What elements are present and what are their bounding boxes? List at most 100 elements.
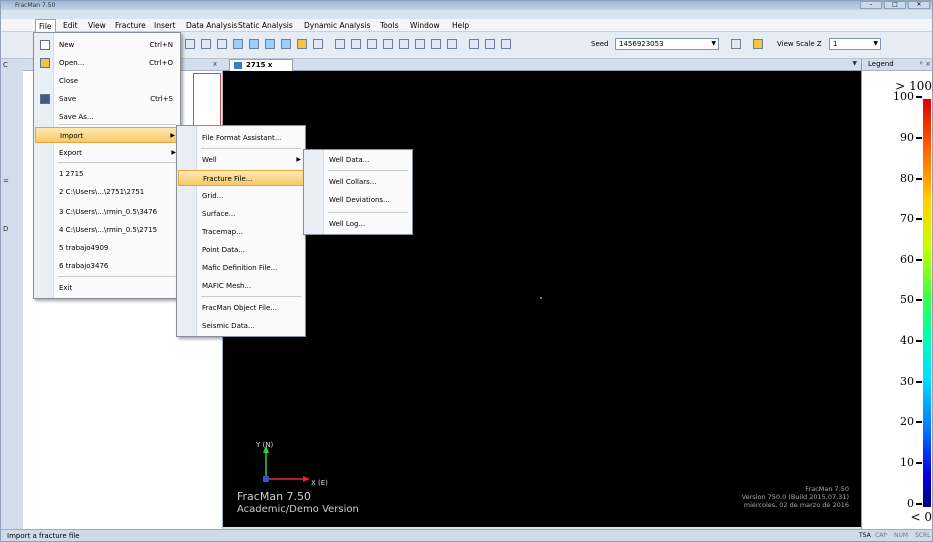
- lightning-icon[interactable]: [753, 39, 763, 49]
- import-item-tracemap[interactable]: Tracemap...: [178, 224, 306, 240]
- menu-separator: [328, 170, 408, 171]
- legend-tick-label: 30: [886, 376, 922, 388]
- menu-fracture[interactable]: Fracture: [112, 19, 149, 32]
- minimize-button[interactable]: –: [860, 1, 882, 9]
- view-scale-value: 1: [833, 40, 838, 48]
- seed-value: 1456923053: [619, 40, 664, 48]
- menu-tools[interactable]: Tools: [377, 19, 401, 32]
- refresh-icon[interactable]: [731, 39, 741, 49]
- dock-tab-equals[interactable]: =: [3, 177, 9, 185]
- legend-tick-label: 10: [886, 457, 922, 469]
- version-info: FracMan 7.50 Version 750.0 (Build 2015.0…: [742, 485, 849, 509]
- tool-icon-3[interactable]: [217, 39, 227, 49]
- tool-icon-8[interactable]: [297, 39, 307, 49]
- legend-tick-label: 50: [886, 294, 922, 306]
- file-item-save-as[interactable]: Save As...: [35, 109, 181, 125]
- tool-icon-7[interactable]: [281, 39, 291, 49]
- file-item-3-c-users-rmin-0-5-3476[interactable]: 3 C:\Users\...\rmin_0.5\3476: [35, 204, 181, 220]
- file-item-new[interactable]: New Ctrl+N: [35, 37, 181, 53]
- file-item-6-trabajo3476[interactable]: 6 trabajo3476: [35, 258, 181, 274]
- import-item-mafic-definition-file[interactable]: Mafic Definition File...: [178, 260, 306, 276]
- tool-icon-4[interactable]: [233, 39, 243, 49]
- pin-close-icon[interactable]: ᵖ ×: [920, 59, 931, 70]
- tool-icon-5[interactable]: [249, 39, 259, 49]
- import-item-fracture-file[interactable]: Fracture File...: [178, 170, 306, 186]
- open-folder-icon: [40, 58, 50, 68]
- menu-view[interactable]: View: [85, 19, 109, 32]
- menu-item-label: 3 C:\Users\...\rmin_0.5\3476: [59, 208, 158, 216]
- menu-window[interactable]: Window: [407, 19, 443, 32]
- menu-insert[interactable]: Insert: [151, 19, 179, 32]
- file-item-save[interactable]: Save Ctrl+S: [35, 91, 181, 107]
- tool-icon-9[interactable]: [313, 39, 323, 49]
- move-icon[interactable]: [367, 39, 377, 49]
- menu-item-shortcut: Ctrl+O: [149, 59, 173, 67]
- close-icon[interactable]: x: [213, 60, 217, 68]
- menu-item-label: Surface...: [202, 210, 236, 218]
- status-text: Import a fracture file: [7, 532, 80, 540]
- tool-icon-6[interactable]: [265, 39, 275, 49]
- import-item-file-format-assistant[interactable]: File Format Assistant...: [178, 130, 306, 146]
- tool-icon-18[interactable]: [469, 39, 479, 49]
- dock-tab-d[interactable]: D: [3, 225, 8, 233]
- import-item-mafic-mesh[interactable]: MAFIC Mesh...: [178, 278, 306, 294]
- dock-tab-c[interactable]: C: [3, 61, 8, 69]
- well-item-well-data[interactable]: Well Data...: [305, 152, 413, 168]
- import-item-seismic-data[interactable]: Seismic Data...: [178, 318, 306, 334]
- menu-item-label: Well Log...: [329, 220, 366, 228]
- menu-item-label: Import: [60, 132, 84, 140]
- file-item-4-c-users-rmin-0-5-2715[interactable]: 4 C:\Users\...\rmin_0.5\2715: [35, 222, 181, 238]
- select-box-icon[interactable]: [351, 39, 361, 49]
- tool-icon-10[interactable]: [335, 39, 345, 49]
- menu-item-label: 5 trabajo4909: [59, 244, 109, 252]
- tool-icon-19[interactable]: [485, 39, 495, 49]
- chevron-down-icon[interactable]: ▼: [873, 39, 878, 49]
- file-item-1-2715[interactable]: 1 2715: [35, 166, 181, 182]
- tool-icon-1[interactable]: [185, 39, 195, 49]
- tab-2715[interactable]: 2715 x: [229, 59, 293, 71]
- axis-triad: [263, 297, 542, 482]
- import-item-fracman-object-file[interactable]: FracMan Object File...: [178, 300, 306, 316]
- menu-help[interactable]: Help: [449, 19, 472, 32]
- menu-item-label: Fracture File...: [203, 175, 253, 183]
- tool-icon-15[interactable]: [415, 39, 425, 49]
- menu-static-analysis[interactable]: Static Analysis: [235, 19, 296, 32]
- menu-file[interactable]: File: [35, 19, 56, 32]
- well-item-well-deviations[interactable]: Well Deviations...: [305, 192, 413, 208]
- file-item-5-trabajo4909[interactable]: 5 trabajo4909: [35, 240, 181, 256]
- file-item-2-c-users-2751-2751[interactable]: 2 C:\Users\...\2751\2751: [35, 184, 181, 200]
- menu-item-label: Open...: [59, 59, 85, 67]
- tool-icon-16[interactable]: [431, 39, 441, 49]
- tool-icon-14[interactable]: [399, 39, 409, 49]
- file-item-open[interactable]: Open... Ctrl+O: [35, 55, 181, 71]
- chevron-down-icon[interactable]: ▼: [852, 60, 857, 67]
- close-icon[interactable]: x: [268, 61, 273, 69]
- menu-separator: [201, 296, 301, 297]
- import-item-surface[interactable]: Surface...: [178, 206, 306, 222]
- view-scale-input[interactable]: 1 ▼: [829, 38, 881, 50]
- file-item-export[interactable]: Export ▶: [35, 145, 181, 161]
- chevron-down-icon[interactable]: ▼: [711, 39, 716, 49]
- well-item-well-collars[interactable]: Well Collars...: [305, 174, 413, 190]
- import-item-point-data[interactable]: Point Data...: [178, 242, 306, 258]
- tool-icon-20[interactable]: [501, 39, 511, 49]
- close-window-button[interactable]: ✕: [908, 1, 930, 9]
- maximize-button[interactable]: □: [884, 1, 906, 9]
- 3d-viewport[interactable]: Y (N) X (E) FracMan 7.50 Academic/Demo V…: [223, 71, 861, 527]
- menu-edit[interactable]: Edit: [60, 19, 81, 32]
- import-item-well[interactable]: Well ▶: [178, 152, 306, 168]
- seed-input[interactable]: 1456923053 ▼: [615, 38, 719, 50]
- menu-dynamic-analysis[interactable]: Dynamic Analysis: [301, 19, 373, 32]
- file-item-import[interactable]: Import ▶: [35, 127, 181, 143]
- file-item-exit[interactable]: Exit: [35, 280, 181, 296]
- y-axis-label: Y (N): [256, 441, 274, 449]
- legend-tick-label: 90: [886, 132, 922, 144]
- import-item-grid[interactable]: Grid...: [178, 188, 306, 204]
- well-item-well-log[interactable]: Well Log...: [305, 216, 413, 232]
- menu-item-label: Seismic Data...: [202, 322, 255, 330]
- tool-icon-17[interactable]: [447, 39, 457, 49]
- rotate-icon[interactable]: [383, 39, 393, 49]
- menu-data-analysis[interactable]: Data Analysis: [183, 19, 240, 32]
- file-item-close[interactable]: Close: [35, 73, 181, 89]
- tool-icon-2[interactable]: [201, 39, 211, 49]
